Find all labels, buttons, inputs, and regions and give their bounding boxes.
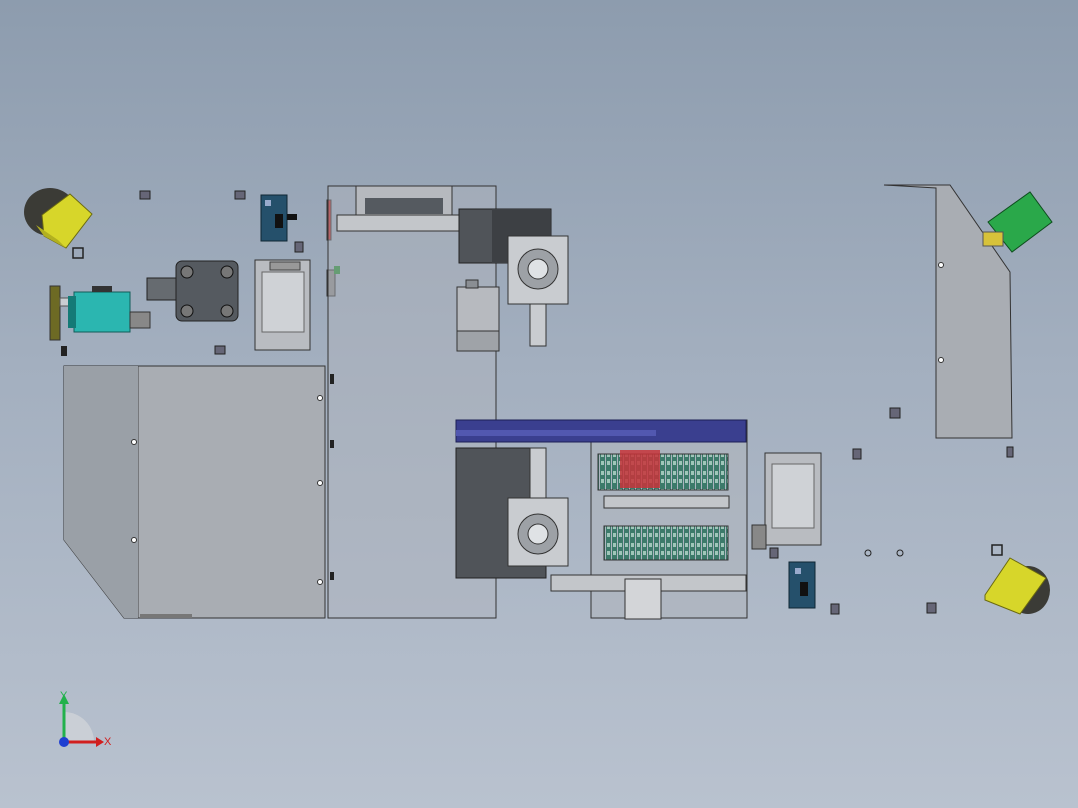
triad-y-label: Y — [60, 690, 68, 702]
camera-module-left[interactable] — [24, 188, 93, 259]
stepper-motor[interactable] — [146, 260, 239, 322]
triad-x-label: X — [104, 736, 112, 748]
cad-model-viewport[interactable]: Y X — [0, 0, 1078, 808]
pcb-board-green[interactable] — [982, 191, 1053, 253]
camera-module-right[interactable] — [984, 544, 1050, 615]
pcb-board-right[interactable] — [788, 561, 816, 609]
power-supply-right[interactable] — [751, 452, 822, 550]
power-supply-left[interactable] — [254, 259, 311, 351]
side-panel-left[interactable] — [63, 365, 326, 619]
servo-motor-lower[interactable] — [455, 447, 569, 579]
pcb-board-left[interactable] — [260, 194, 297, 242]
solenoid-actuator[interactable] — [49, 285, 151, 341]
small-motor-center[interactable] — [456, 279, 500, 352]
